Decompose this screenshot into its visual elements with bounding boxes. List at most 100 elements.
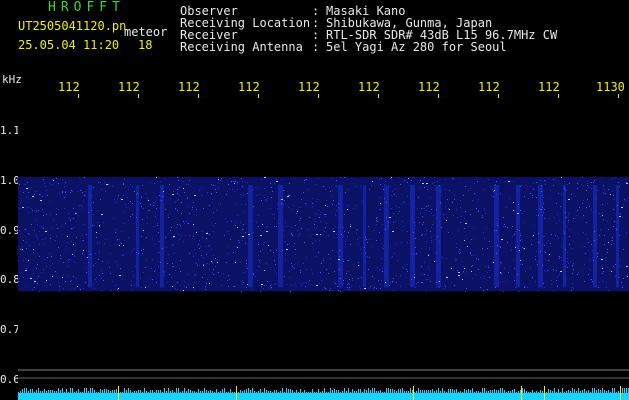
noise-speck bbox=[88, 262, 89, 263]
baseline-spike bbox=[618, 391, 619, 393]
baseline-spike bbox=[214, 392, 215, 393]
noise-speck bbox=[545, 181, 546, 182]
baseline-spike bbox=[448, 389, 449, 393]
noise-speck bbox=[325, 288, 326, 289]
noise-speck bbox=[255, 187, 256, 188]
noise-speck bbox=[520, 235, 521, 236]
noise-speck bbox=[465, 223, 467, 224]
noise-speck bbox=[384, 272, 385, 273]
noise-speck bbox=[241, 204, 242, 205]
noise-speck bbox=[25, 286, 26, 287]
noise-speck bbox=[507, 227, 508, 228]
noise-speck bbox=[312, 273, 313, 274]
noise-speck bbox=[153, 226, 154, 227]
noise-speck bbox=[294, 268, 295, 269]
baseline-spike bbox=[602, 388, 603, 393]
noise-speck bbox=[592, 250, 593, 251]
noise-speck bbox=[258, 259, 259, 260]
noise-speck bbox=[601, 259, 603, 260]
noise-speck bbox=[33, 252, 34, 253]
noise-speck bbox=[336, 205, 337, 206]
noise-speck bbox=[117, 289, 118, 290]
noise-speck bbox=[408, 178, 409, 179]
noise-speck bbox=[62, 179, 63, 180]
noise-speck bbox=[104, 243, 105, 244]
noise-speck bbox=[597, 239, 598, 240]
noise-speck bbox=[141, 250, 142, 251]
noise-speck bbox=[422, 274, 423, 275]
noise-speck bbox=[155, 216, 156, 217]
noise-speck bbox=[180, 260, 181, 261]
noise-speck bbox=[512, 226, 513, 227]
noise-speck bbox=[602, 273, 603, 274]
noise-speck bbox=[436, 253, 437, 254]
noise-speck bbox=[392, 282, 393, 283]
noise-speck bbox=[28, 192, 29, 193]
noise-speck bbox=[493, 191, 494, 192]
noise-speck bbox=[621, 282, 622, 283]
noise-speck bbox=[626, 182, 627, 183]
noise-speck bbox=[164, 275, 165, 276]
noise-speck bbox=[377, 217, 378, 218]
noise-speck bbox=[175, 288, 176, 289]
noise-speck bbox=[56, 224, 57, 225]
noise-speck bbox=[439, 221, 440, 222]
baseline-spike bbox=[266, 390, 267, 393]
noise-speck bbox=[430, 231, 431, 232]
baseline-spike bbox=[272, 392, 273, 393]
noise-speck bbox=[258, 266, 259, 267]
noise-speck bbox=[553, 291, 554, 292]
noise-speck bbox=[119, 239, 120, 240]
noise-speck bbox=[33, 249, 34, 250]
noise-speck bbox=[566, 226, 567, 227]
noise-speck bbox=[485, 266, 486, 267]
noise-speck bbox=[124, 240, 125, 241]
noise-speck bbox=[394, 253, 395, 254]
noise-speck bbox=[183, 241, 184, 242]
noise-speck bbox=[51, 256, 52, 257]
noise-speck bbox=[177, 224, 178, 225]
baseline-spike bbox=[374, 388, 375, 393]
noise-speck bbox=[208, 246, 209, 247]
noise-speck bbox=[45, 238, 46, 239]
noise-speck bbox=[68, 260, 69, 261]
noise-speck bbox=[58, 247, 59, 248]
noise-speck bbox=[156, 197, 157, 198]
noise-speck bbox=[235, 262, 236, 263]
app-title: HROFFT bbox=[48, 0, 125, 15]
noise-speck bbox=[55, 240, 56, 241]
noise-speck bbox=[136, 241, 137, 242]
baseline-spike bbox=[626, 388, 627, 393]
noise-speck bbox=[466, 271, 467, 272]
noise-speck bbox=[305, 282, 306, 283]
noise-speck bbox=[345, 244, 346, 245]
noise-speck bbox=[561, 246, 562, 247]
baseline-spike bbox=[360, 389, 361, 393]
baseline-spike bbox=[210, 390, 211, 393]
noise-speck bbox=[342, 178, 343, 179]
noise-speck bbox=[179, 187, 180, 188]
noise-speck bbox=[231, 181, 232, 182]
y-tick-label: 0.7 bbox=[0, 323, 20, 337]
noise-speck bbox=[235, 251, 236, 252]
noise-speck bbox=[480, 287, 481, 288]
noise-speck bbox=[379, 269, 380, 270]
noise-speck bbox=[235, 180, 236, 181]
noise-speck bbox=[64, 208, 65, 209]
noise-speck bbox=[179, 195, 180, 196]
noise-speck bbox=[270, 208, 271, 209]
noise-speck bbox=[221, 285, 222, 286]
noise-speck bbox=[81, 209, 82, 210]
noise-speck bbox=[619, 216, 621, 217]
noise-speck bbox=[618, 202, 619, 203]
noise-speck bbox=[457, 270, 458, 271]
baseline-spike bbox=[40, 391, 41, 393]
noise-speck bbox=[402, 221, 403, 222]
noise-speck bbox=[372, 276, 373, 277]
noise-speck bbox=[134, 248, 135, 249]
noise-speck bbox=[595, 212, 596, 213]
baseline-spike bbox=[344, 388, 345, 393]
noise-speck bbox=[434, 261, 435, 262]
noise-speck bbox=[491, 195, 492, 196]
noise-speck bbox=[242, 240, 243, 241]
